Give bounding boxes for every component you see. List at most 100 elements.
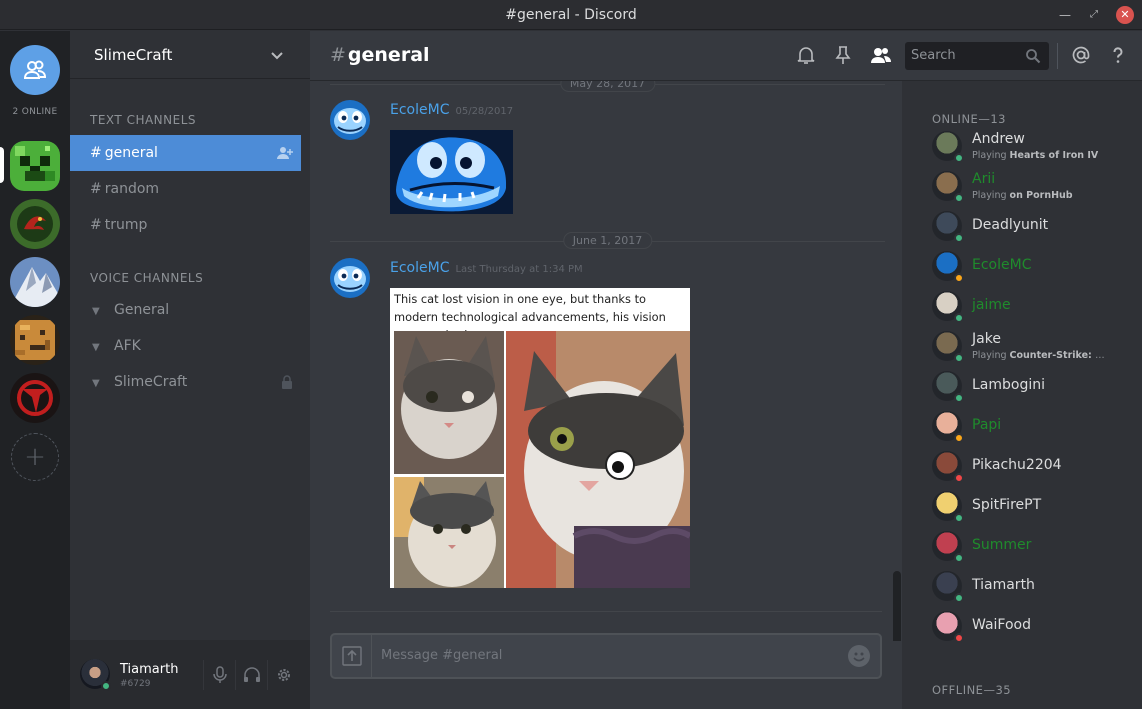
member-item[interactable]: Tiamarth <box>932 566 1132 606</box>
active-guild-indicator <box>0 147 4 183</box>
channel-label: trump <box>104 217 148 233</box>
user-name: Tiamarth <box>120 662 179 677</box>
message-input[interactable] <box>381 648 801 663</box>
help-button[interactable] <box>1107 45 1129 67</box>
member-item[interactable]: Lambogini <box>932 366 1132 406</box>
voice-channels-category[interactable]: VOICE CHANNELS <box>90 271 203 285</box>
online-members-header: ONLINE—13 <box>932 112 1006 126</box>
online-count: 2 ONLINE <box>12 107 58 117</box>
member-item[interactable]: jaime <box>932 286 1132 326</box>
activity-prefix: Playing <box>972 190 1007 201</box>
status-indicator <box>954 553 964 563</box>
status-indicator <box>954 633 964 643</box>
message-author[interactable]: EcoleMC Last Thursday at 1:34 PM <box>390 260 583 276</box>
at-icon <box>1072 46 1090 64</box>
bell-icon <box>797 47 815 64</box>
user-settings-button[interactable] <box>267 660 299 690</box>
member-item[interactable]: Jake Playing Counter-Strike: Glo... <box>932 326 1132 366</box>
image-attachment[interactable]: This cat lost vision in one eye, but tha… <box>390 288 690 588</box>
member-item[interactable]: EcoleMC <box>932 246 1132 286</box>
status-indicator <box>954 393 964 403</box>
chat-area: #general May 28, 2017 EcoleMC05/28/2 <box>310 31 1142 709</box>
status-indicator <box>954 513 964 523</box>
activity-game: on PornHub <box>1009 190 1073 201</box>
member-activity: Playing Counter-Strike: Glo... <box>972 350 1107 361</box>
notification-settings-button[interactable] <box>795 45 817 67</box>
member-name: WaiFood <box>972 617 1031 633</box>
status-indicator <box>954 233 964 243</box>
text-channels-category[interactable]: TEXT CHANNELS <box>90 113 196 127</box>
emoji-button[interactable] <box>848 645 870 667</box>
channel-name: general <box>347 44 430 66</box>
hash-icon: # <box>90 181 102 197</box>
member-item[interactable]: Papi <box>932 406 1132 446</box>
date-divider: May 28, 2017 <box>330 81 885 92</box>
guild-red-emblem[interactable] <box>10 373 60 423</box>
member-name: Andrew <box>972 131 1025 147</box>
guild-cookie[interactable] <box>10 315 60 365</box>
invite-icon[interactable] <box>277 145 293 161</box>
message-author[interactable]: EcoleMC 05/28/2017 <box>390 102 513 118</box>
avatar[interactable] <box>330 258 370 298</box>
hash-icon: # <box>90 145 102 161</box>
search-input[interactable] <box>911 48 1011 63</box>
gear-icon <box>277 669 290 681</box>
member-item[interactable]: Andrew Playing Hearts of Iron IV <box>932 126 1132 166</box>
microphone-icon <box>212 666 227 683</box>
scrollbar[interactable] <box>893 571 901 641</box>
user-tag: #6729 <box>120 679 151 689</box>
channel-random[interactable]: # random <box>70 171 301 207</box>
member-name: Deadlyunit <box>972 217 1049 233</box>
activity-prefix: Playing <box>972 350 1007 361</box>
member-item[interactable]: Pikachu2204 <box>932 446 1132 486</box>
status-indicator <box>954 473 964 483</box>
guild-slimecraft[interactable] <box>10 141 60 191</box>
friends-button[interactable] <box>10 45 60 95</box>
guild-dragon[interactable] <box>10 199 60 249</box>
member-item[interactable]: Arii Playing on PornHub <box>932 166 1132 206</box>
channel-trump[interactable]: # trump <box>70 207 301 243</box>
maximize-button[interactable]: ⤢ <box>1085 6 1103 24</box>
voice-channel-slimecraft[interactable]: ▼ SlimeCraft <box>70 364 301 400</box>
date-divider: June 1, 2017 <box>330 232 885 249</box>
status-indicator <box>954 153 964 163</box>
member-name: Papi <box>972 417 1002 433</box>
minimize-button[interactable]: — <box>1056 6 1074 24</box>
lock-icon <box>282 375 292 389</box>
mentions-button[interactable] <box>1070 45 1092 67</box>
page-title: # general <box>330 44 430 66</box>
date-divider-label: June 1, 2017 <box>562 232 653 249</box>
chevron-down-icon: ▼ <box>92 378 100 389</box>
guild-mountain[interactable] <box>10 257 60 307</box>
image-attachment[interactable] <box>390 130 513 214</box>
emoji-icon <box>853 652 865 662</box>
status-indicator <box>954 353 964 363</box>
close-button[interactable]: ✕ <box>1116 6 1134 24</box>
search-icon[interactable] <box>1025 48 1041 64</box>
member-item[interactable]: Deadlyunit <box>932 206 1132 246</box>
avatar[interactable] <box>330 100 370 140</box>
hash-icon: # <box>330 44 346 66</box>
member-list-toggle[interactable] <box>870 45 892 67</box>
author-name[interactable]: EcoleMC <box>390 260 449 276</box>
channel-general[interactable]: # general <box>70 135 301 171</box>
channel-label: general <box>104 145 158 161</box>
deafen-button[interactable] <box>235 660 267 690</box>
chevron-down-icon: ▼ <box>92 342 100 353</box>
member-item[interactable]: SpitFirePT <box>932 486 1132 526</box>
member-item[interactable]: Summer <box>932 526 1132 566</box>
add-server-button[interactable]: + <box>11 433 59 481</box>
message-timestamp: Last Thursday at 1:34 PM <box>455 264 583 275</box>
pinned-messages-button[interactable] <box>832 45 854 67</box>
activity-game: Hearts of Iron IV <box>1009 150 1099 161</box>
offline-members-header: OFFLINE—35 <box>932 683 1012 697</box>
upload-button[interactable] <box>332 635 372 677</box>
voice-channel-general[interactable]: ▼ General <box>70 292 301 328</box>
mute-button[interactable] <box>203 660 235 690</box>
guild-header[interactable]: SlimeCraft <box>70 31 310 79</box>
author-name[interactable]: EcoleMC <box>390 102 449 118</box>
help-icon <box>1113 47 1123 63</box>
member-item[interactable]: WaiFood <box>932 606 1132 646</box>
plus-icon: + <box>24 442 46 472</box>
voice-channel-afk[interactable]: ▼ AFK <box>70 328 301 364</box>
